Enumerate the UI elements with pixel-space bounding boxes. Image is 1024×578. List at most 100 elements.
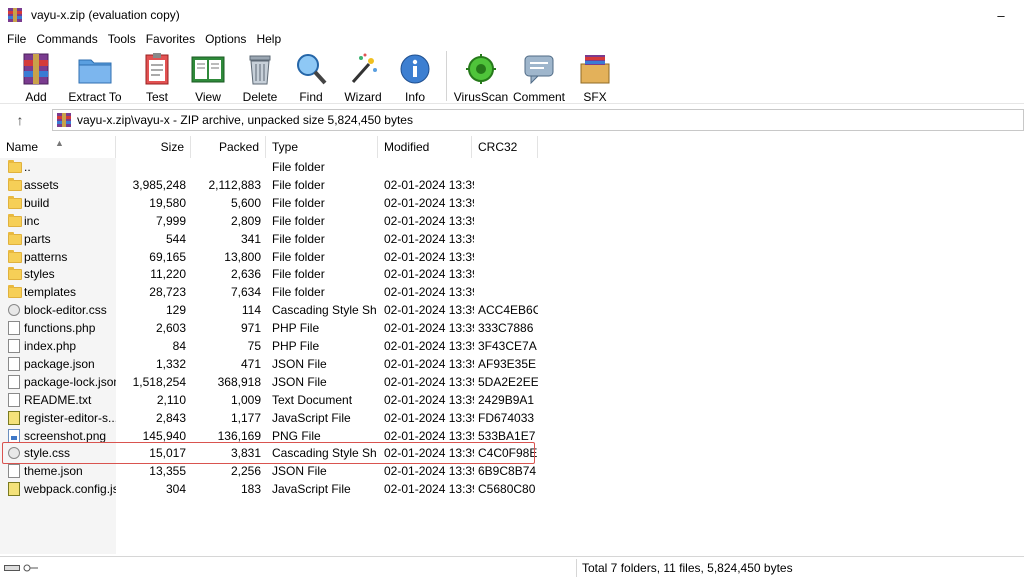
menu-help[interactable]: Help xyxy=(251,31,286,47)
file-packed: 971 xyxy=(240,321,261,336)
document-icon xyxy=(8,321,20,336)
file-packed: 13,800 xyxy=(224,249,261,264)
column-header-packed[interactable]: Packed xyxy=(191,136,266,158)
toolbar: Add Extract To Test View Delete Find Wiz… xyxy=(0,48,1024,104)
drive-icon xyxy=(4,564,20,571)
file-packed: 5,600 xyxy=(230,195,261,210)
extract-folder-icon xyxy=(77,52,113,86)
wizard-label: Wizard xyxy=(344,90,382,104)
virus-icon xyxy=(463,52,499,86)
view-button[interactable]: View xyxy=(182,48,234,104)
file-size: 11,220 xyxy=(150,267,186,282)
find-button[interactable]: Find xyxy=(286,48,336,104)
file-row[interactable]: webpack.config.js 304 183 JavaScript File 02… xyxy=(0,480,1024,498)
file-row[interactable]: styles 11,220 2,636 File folder 02-01-2024 1… xyxy=(0,265,1024,283)
file-name: webpack.config.js xyxy=(24,482,116,497)
js-file-icon xyxy=(8,410,20,425)
list-header: Name ▲ Size Packed Type Modified CRC32 xyxy=(0,136,1024,158)
file-size: 2,603 xyxy=(155,321,186,336)
file-packed: 7,634 xyxy=(230,285,261,300)
file-row[interactable]: index.php 84 75 PHP File 02-01-2024 13:39 3F4… xyxy=(0,337,1024,355)
file-row[interactable]: README.txt 2,110 1,009 Text Document 02-01-2… xyxy=(0,391,1024,409)
file-size xyxy=(116,158,186,176)
delete-button[interactable]: Delete xyxy=(234,48,286,104)
up-arrow-icon[interactable]: ↑ xyxy=(0,108,40,132)
column-header-type[interactable]: Type xyxy=(266,136,378,158)
file-name: assets xyxy=(24,177,59,192)
comment-label: Comment xyxy=(512,90,565,104)
menu-commands[interactable]: Commands xyxy=(31,31,102,47)
column-header-name[interactable]: Name ▲ xyxy=(0,136,116,158)
file-name: templates xyxy=(24,285,77,300)
comment-button[interactable]: Comment xyxy=(509,48,569,104)
file-row[interactable]: build 19,580 5,600 File folder 02-01-2024 13… xyxy=(0,194,1024,212)
file-name: parts xyxy=(24,231,51,246)
file-size: 2,843 xyxy=(155,410,186,425)
file-row[interactable]: parts 544 341 File folder 02-01-2024 13:39 xyxy=(0,230,1024,248)
path-field[interactable]: vayu-x.zip\vayu-x - ZIP archive, unpacke… xyxy=(52,109,1024,131)
file-size: 3,985,248 xyxy=(132,177,186,192)
folder-icon xyxy=(8,160,22,173)
file-modified: 02-01-2024 13:39 xyxy=(384,177,474,192)
document-icon xyxy=(8,374,20,389)
file-size: 129 xyxy=(165,303,186,318)
file-row[interactable]: templates 28,723 7,634 File folder 02-01-202… xyxy=(0,283,1024,301)
file-size: 7,999 xyxy=(155,213,186,228)
column-header-modified[interactable]: Modified xyxy=(378,136,472,158)
file-row[interactable]: assets 3,985,248 2,112,883 File folder 02-01… xyxy=(0,176,1024,194)
file-crc: FD674033 xyxy=(478,410,535,425)
file-row[interactable]: package-lock.json 1,518,254 368,918 JSON Fi… xyxy=(0,373,1024,391)
path-text: vayu-x.zip\vayu-x - ZIP archive, unpacke… xyxy=(77,113,413,127)
trash-icon xyxy=(242,52,278,86)
file-row[interactable]: block-editor.css 129 114 Cascading Style Sh… xyxy=(0,301,1024,319)
folder-icon xyxy=(8,285,22,299)
column-header-size[interactable]: Size xyxy=(116,136,191,158)
sort-ascending-icon: ▲ xyxy=(55,138,64,148)
sfx-label: SFX xyxy=(583,90,607,104)
delete-label: Delete xyxy=(242,90,278,104)
file-name: register-editor-s... xyxy=(24,410,116,425)
test-clipboard-icon xyxy=(139,52,175,86)
info-button[interactable]: Info xyxy=(390,48,440,104)
file-packed xyxy=(191,158,261,176)
menu-options[interactable]: Options xyxy=(200,31,251,47)
file-row[interactable]: functions.php 2,603 971 PHP File 02-01-2024 … xyxy=(0,319,1024,337)
minimize-icon[interactable]: – xyxy=(978,0,1024,30)
file-row[interactable]: .. File folder xyxy=(0,158,1024,176)
menu-favorites[interactable]: Favorites xyxy=(141,31,200,47)
file-modified: 02-01-2024 13:39 xyxy=(384,356,474,371)
file-crc: C5680C80 xyxy=(478,482,536,497)
extract-to-button[interactable]: Extract To xyxy=(58,48,132,104)
test-button[interactable]: Test xyxy=(132,48,182,104)
sfx-button[interactable]: SFX xyxy=(569,48,621,104)
column-type-label: Type xyxy=(272,140,299,154)
file-crc: ACC4EB6C xyxy=(478,303,538,318)
file-row[interactable]: register-editor-s... 2,843 1,177 JavaScript… xyxy=(0,409,1024,427)
file-crc: 6B9C8B74 xyxy=(478,464,537,479)
file-row[interactable]: inc 7,999 2,809 File folder 02-01-2024 13:39 xyxy=(0,212,1024,230)
file-row[interactable]: package.json 1,332 471 JSON File 02-01-2024 … xyxy=(0,355,1024,373)
status-separator xyxy=(576,559,577,577)
column-header-crc32[interactable]: CRC32 xyxy=(472,136,538,158)
file-row[interactable]: patterns 69,165 13,800 File folder 02-01-202… xyxy=(0,248,1024,266)
menu-file[interactable]: File xyxy=(2,31,31,47)
file-name: README.txt xyxy=(24,392,92,407)
wizard-button[interactable]: Wizard xyxy=(336,48,390,104)
window-controls: – xyxy=(978,0,1024,30)
virusscan-button[interactable]: VirusScan xyxy=(453,48,509,104)
file-size: 1,518,254 xyxy=(132,374,186,389)
file-packed: 368,918 xyxy=(217,374,261,389)
winrar-app-icon xyxy=(7,7,23,23)
info-label: Info xyxy=(404,90,425,104)
file-size: 69,165 xyxy=(149,249,186,264)
folder-icon xyxy=(8,249,22,263)
file-size: 19,580 xyxy=(149,195,186,210)
file-name: styles xyxy=(24,267,55,282)
address-bar: ↑ vayu-x.zip\vayu-x - ZIP archive, unpac… xyxy=(0,108,1024,132)
file-modified: 02-01-2024 13:39 xyxy=(384,285,474,300)
file-modified: 02-01-2024 13:39 xyxy=(384,410,474,425)
menu-tools[interactable]: Tools xyxy=(103,31,141,47)
add-button[interactable]: Add xyxy=(14,48,58,104)
file-row[interactable]: theme.json 13,355 2,256 JSON File 02-01-2024… xyxy=(0,462,1024,480)
highlight-box xyxy=(2,442,535,464)
